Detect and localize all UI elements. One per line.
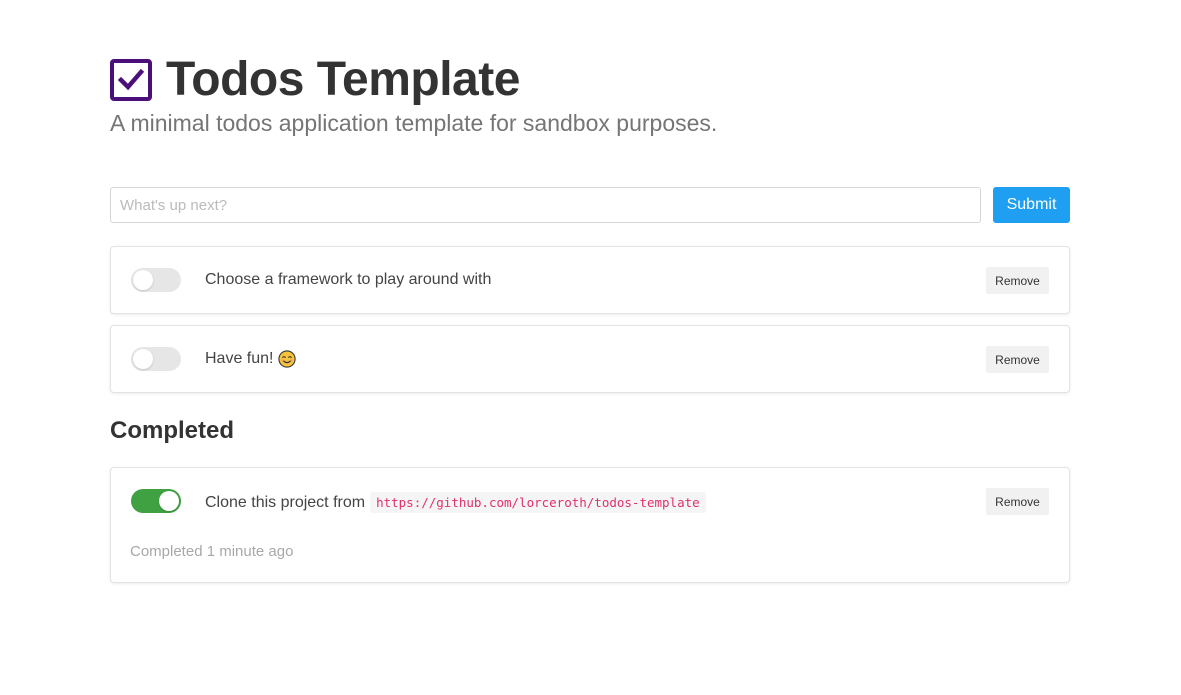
- page-title: Todos Template: [166, 53, 520, 106]
- todo-item: Have fun! Remove: [110, 325, 1070, 393]
- todo-text: Clone this project from https://github.c…: [205, 492, 706, 513]
- todo-label: Choose a framework to play around with: [205, 271, 492, 288]
- remove-button[interactable]: Remove: [986, 267, 1049, 294]
- page-subtitle: A minimal todos application template for…: [110, 110, 718, 136]
- todo-item: Choose a framework to play around with R…: [110, 246, 1070, 314]
- checkbox-checked-icon: [110, 59, 152, 101]
- todo-toggle[interactable]: [131, 347, 181, 371]
- new-todo-form: Submit: [110, 187, 1070, 223]
- submit-button[interactable]: Submit: [993, 187, 1070, 223]
- todo-toggle[interactable]: [131, 268, 181, 292]
- todo-toggle[interactable]: [131, 489, 181, 513]
- toggle-knob: [133, 270, 153, 290]
- toggle-knob: [159, 491, 179, 511]
- todo-label: Clone this project from: [205, 493, 366, 511]
- repo-link[interactable]: https://github.com/lorceroth/todos-templ…: [370, 492, 706, 513]
- completed-todo-item: Clone this project from https://github.c…: [110, 467, 1070, 583]
- completed-heading: Completed: [110, 417, 235, 444]
- todo-text: Choose a framework to play around with: [205, 271, 491, 289]
- smiling-face-icon: [278, 350, 297, 368]
- todo-label: Have fun!: [205, 350, 274, 367]
- remove-button[interactable]: Remove: [986, 488, 1049, 515]
- completed-timestamp: Completed 1 minute ago: [130, 543, 294, 560]
- todo-text: Have fun!: [205, 350, 297, 368]
- toggle-knob: [133, 349, 153, 369]
- page-header: Todos Template: [110, 52, 520, 108]
- remove-button[interactable]: Remove: [986, 346, 1049, 373]
- new-todo-input[interactable]: [110, 187, 981, 223]
